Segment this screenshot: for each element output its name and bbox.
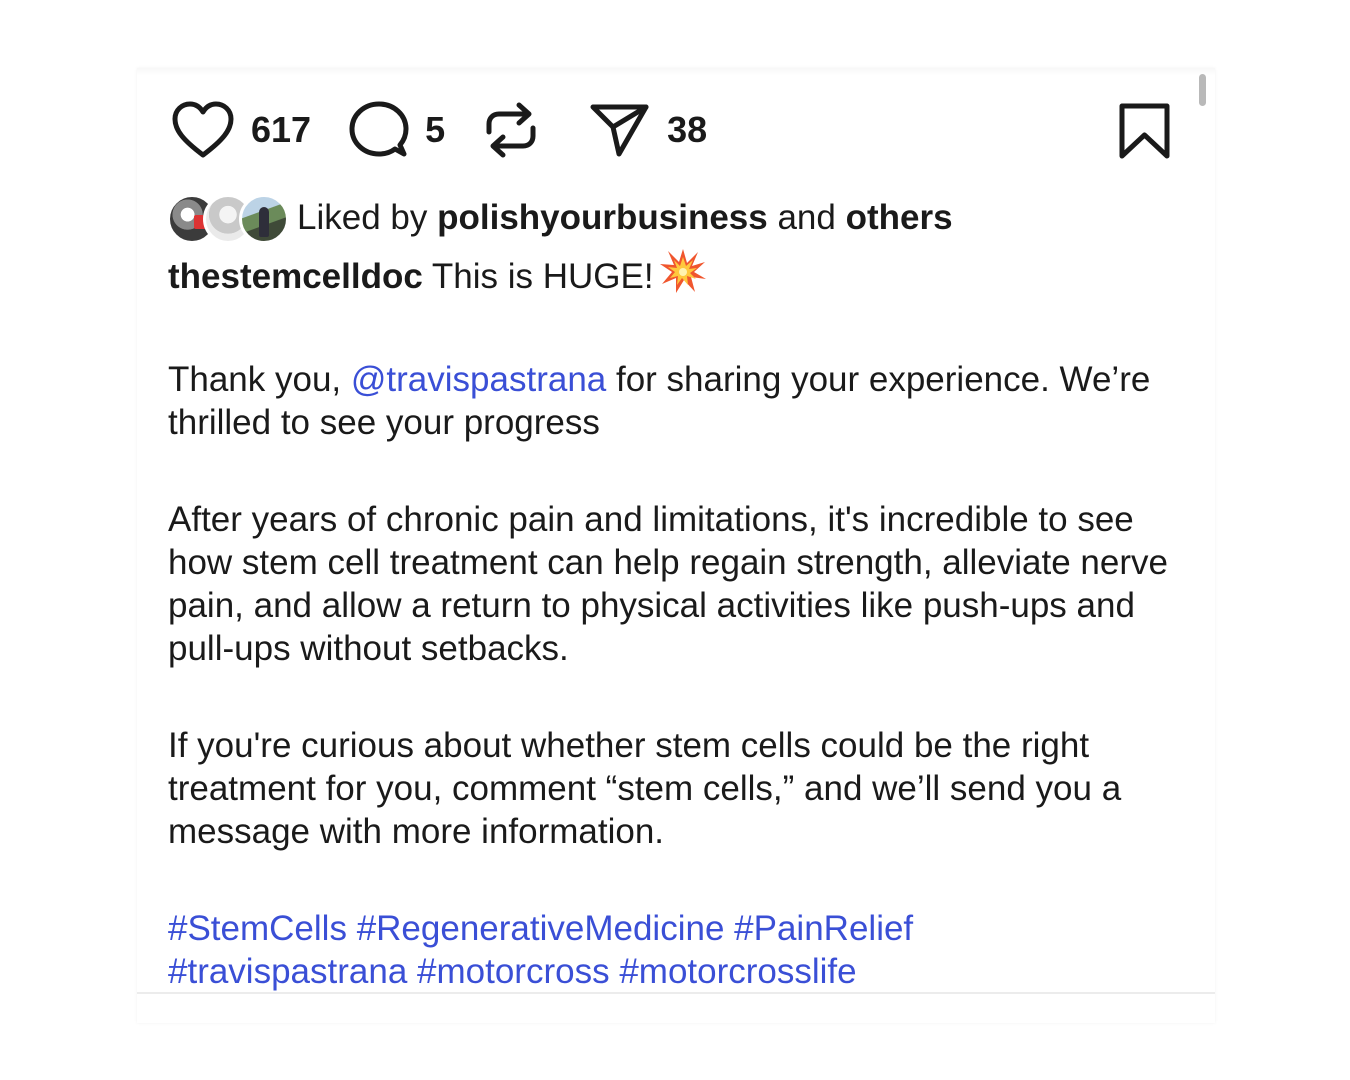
caption-paragraph-3: If you're curious about whether stem cel… bbox=[168, 726, 1122, 851]
heart-icon bbox=[172, 101, 234, 158]
like-button[interactable]: 617 bbox=[171, 100, 311, 160]
liked-by-others[interactable]: others bbox=[846, 198, 953, 238]
comment-button[interactable]: 5 bbox=[349, 100, 445, 160]
liked-by-label: Liked by bbox=[297, 198, 428, 237]
mention-link[interactable]: @travispastrana bbox=[351, 360, 606, 399]
post-caption: thestemcelldoc This is HUGE! Thank you, … bbox=[168, 248, 1178, 993]
liker-avatars[interactable] bbox=[167, 192, 289, 244]
share-count: 38 bbox=[667, 109, 708, 150]
collision-emoji-icon bbox=[659, 248, 706, 304]
bookmark-button[interactable] bbox=[1116, 101, 1174, 166]
post-card: 617 5 38 Liked by polishyourbusiness and… bbox=[137, 68, 1215, 1023]
comment-count: 5 bbox=[425, 109, 446, 150]
caption-paragraph-1: Thank you, @travispastrana for sharing y… bbox=[168, 358, 1178, 444]
liked-by-and: and bbox=[777, 198, 836, 237]
caption-headline: This is HUGE! bbox=[431, 257, 654, 296]
repost-icon bbox=[486, 102, 536, 158]
caption-headline-row: thestemcelldoc This is HUGE! bbox=[168, 248, 1178, 304]
caption-p1-start: Thank you, bbox=[168, 360, 342, 399]
scrollbar[interactable] bbox=[1199, 74, 1206, 106]
hashtag-link[interactable]: #StemCells bbox=[168, 909, 347, 948]
liker-username[interactable]: polishyourbusiness bbox=[437, 198, 768, 238]
caption-paragraph-2: After years of chronic pain and limitati… bbox=[168, 500, 1168, 668]
action-bar: 617 5 38 bbox=[171, 98, 707, 162]
hashtag-link[interactable]: #PainRelief bbox=[734, 909, 913, 948]
hashtag-list: #StemCells #RegenerativeMedicine #PainRe… bbox=[168, 907, 1178, 993]
send-icon bbox=[590, 104, 649, 157]
comment-icon bbox=[349, 101, 409, 157]
divider bbox=[137, 992, 1215, 994]
caption-username[interactable]: thestemcelldoc bbox=[168, 257, 423, 296]
repost-button[interactable] bbox=[483, 100, 539, 160]
hashtag-link[interactable]: #RegenerativeMedicine bbox=[357, 909, 725, 948]
top-edge bbox=[137, 68, 1215, 76]
send-button[interactable]: 38 bbox=[589, 101, 707, 159]
like-count: 617 bbox=[251, 109, 312, 150]
hashtag-link[interactable]: #travispastrana bbox=[168, 952, 407, 991]
hashtag-link[interactable]: #motorcross bbox=[417, 952, 610, 991]
hashtag-link[interactable]: #motorcrosslife bbox=[619, 952, 856, 991]
liked-by-row[interactable]: Liked by polishyourbusiness and others bbox=[167, 192, 953, 244]
bookmark-icon bbox=[1119, 103, 1170, 159]
avatar bbox=[239, 194, 289, 244]
